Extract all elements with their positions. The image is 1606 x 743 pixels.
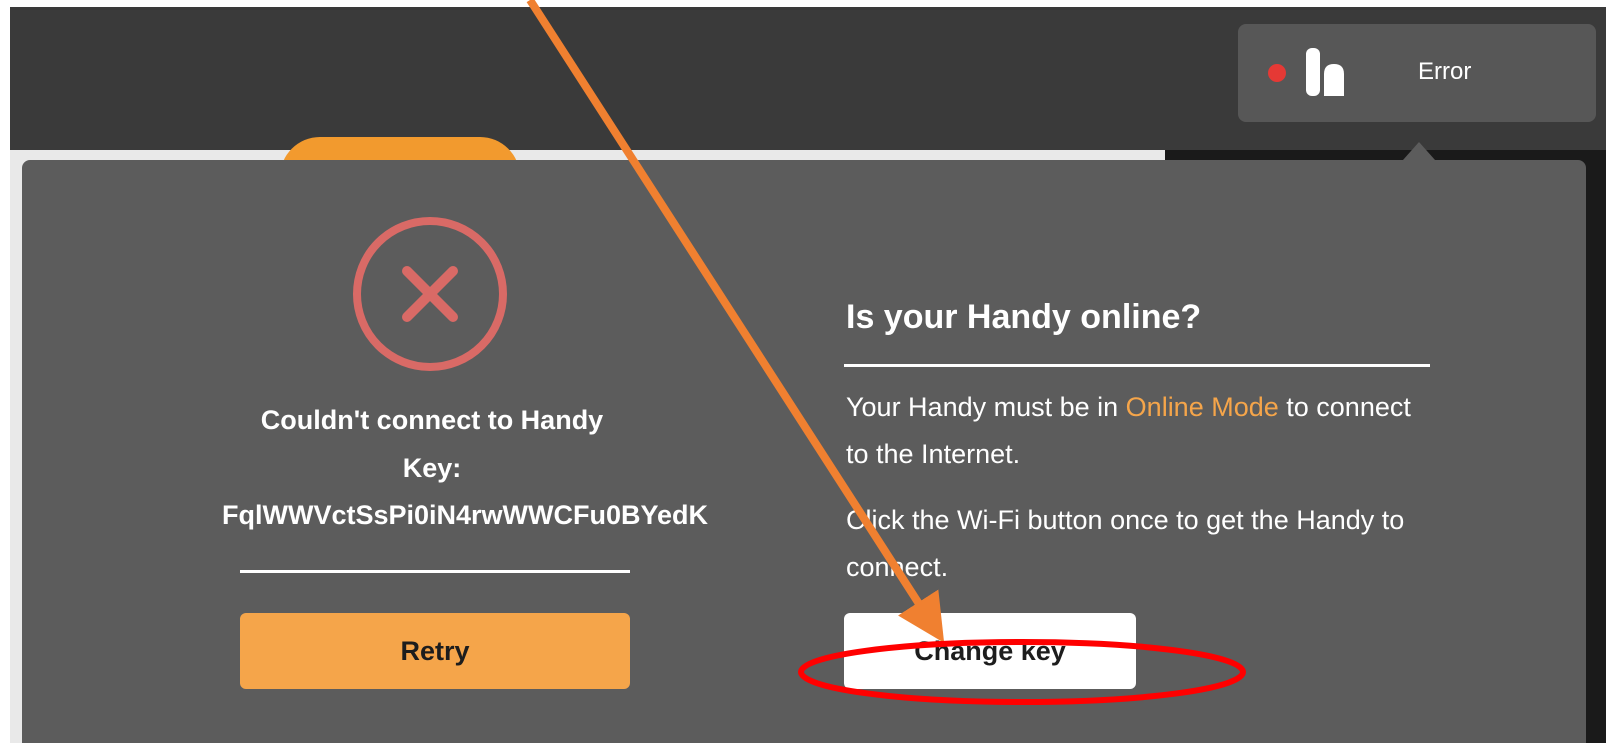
status-dot-icon [1268,64,1286,82]
divider [240,570,630,573]
online-mode-link[interactable]: Online Mode [1126,392,1279,422]
help-paragraph-wifi: Click the Wi-Fi button once to get the H… [846,505,1405,582]
help-text: Your Handy must be in [846,392,1126,422]
error-key-label: Key: [402,453,462,483]
handy-logo-icon [1306,48,1344,96]
change-key-button[interactable]: Change key [844,613,1136,689]
divider [844,364,1430,367]
error-key-value: FqlWWVctSsPi0iN4rwWWCFu0BYedK [222,500,709,530]
status-label: Error [1418,58,1472,85]
connection-error-dialog: Couldn't connect to Handy Key: FqlWWVctS… [22,160,1586,743]
error-message: Couldn't connect to Handy [260,405,604,435]
popover-caret [1403,142,1435,160]
close-circle-icon [353,217,507,371]
help-paragraph-online-mode: Your Handy must be in Online Mode to con… [846,384,1436,478]
help-title: Is your Handy online? [846,298,1202,336]
connection-status-button[interactable]: Error [1238,24,1596,122]
retry-button[interactable]: Retry [240,613,630,689]
